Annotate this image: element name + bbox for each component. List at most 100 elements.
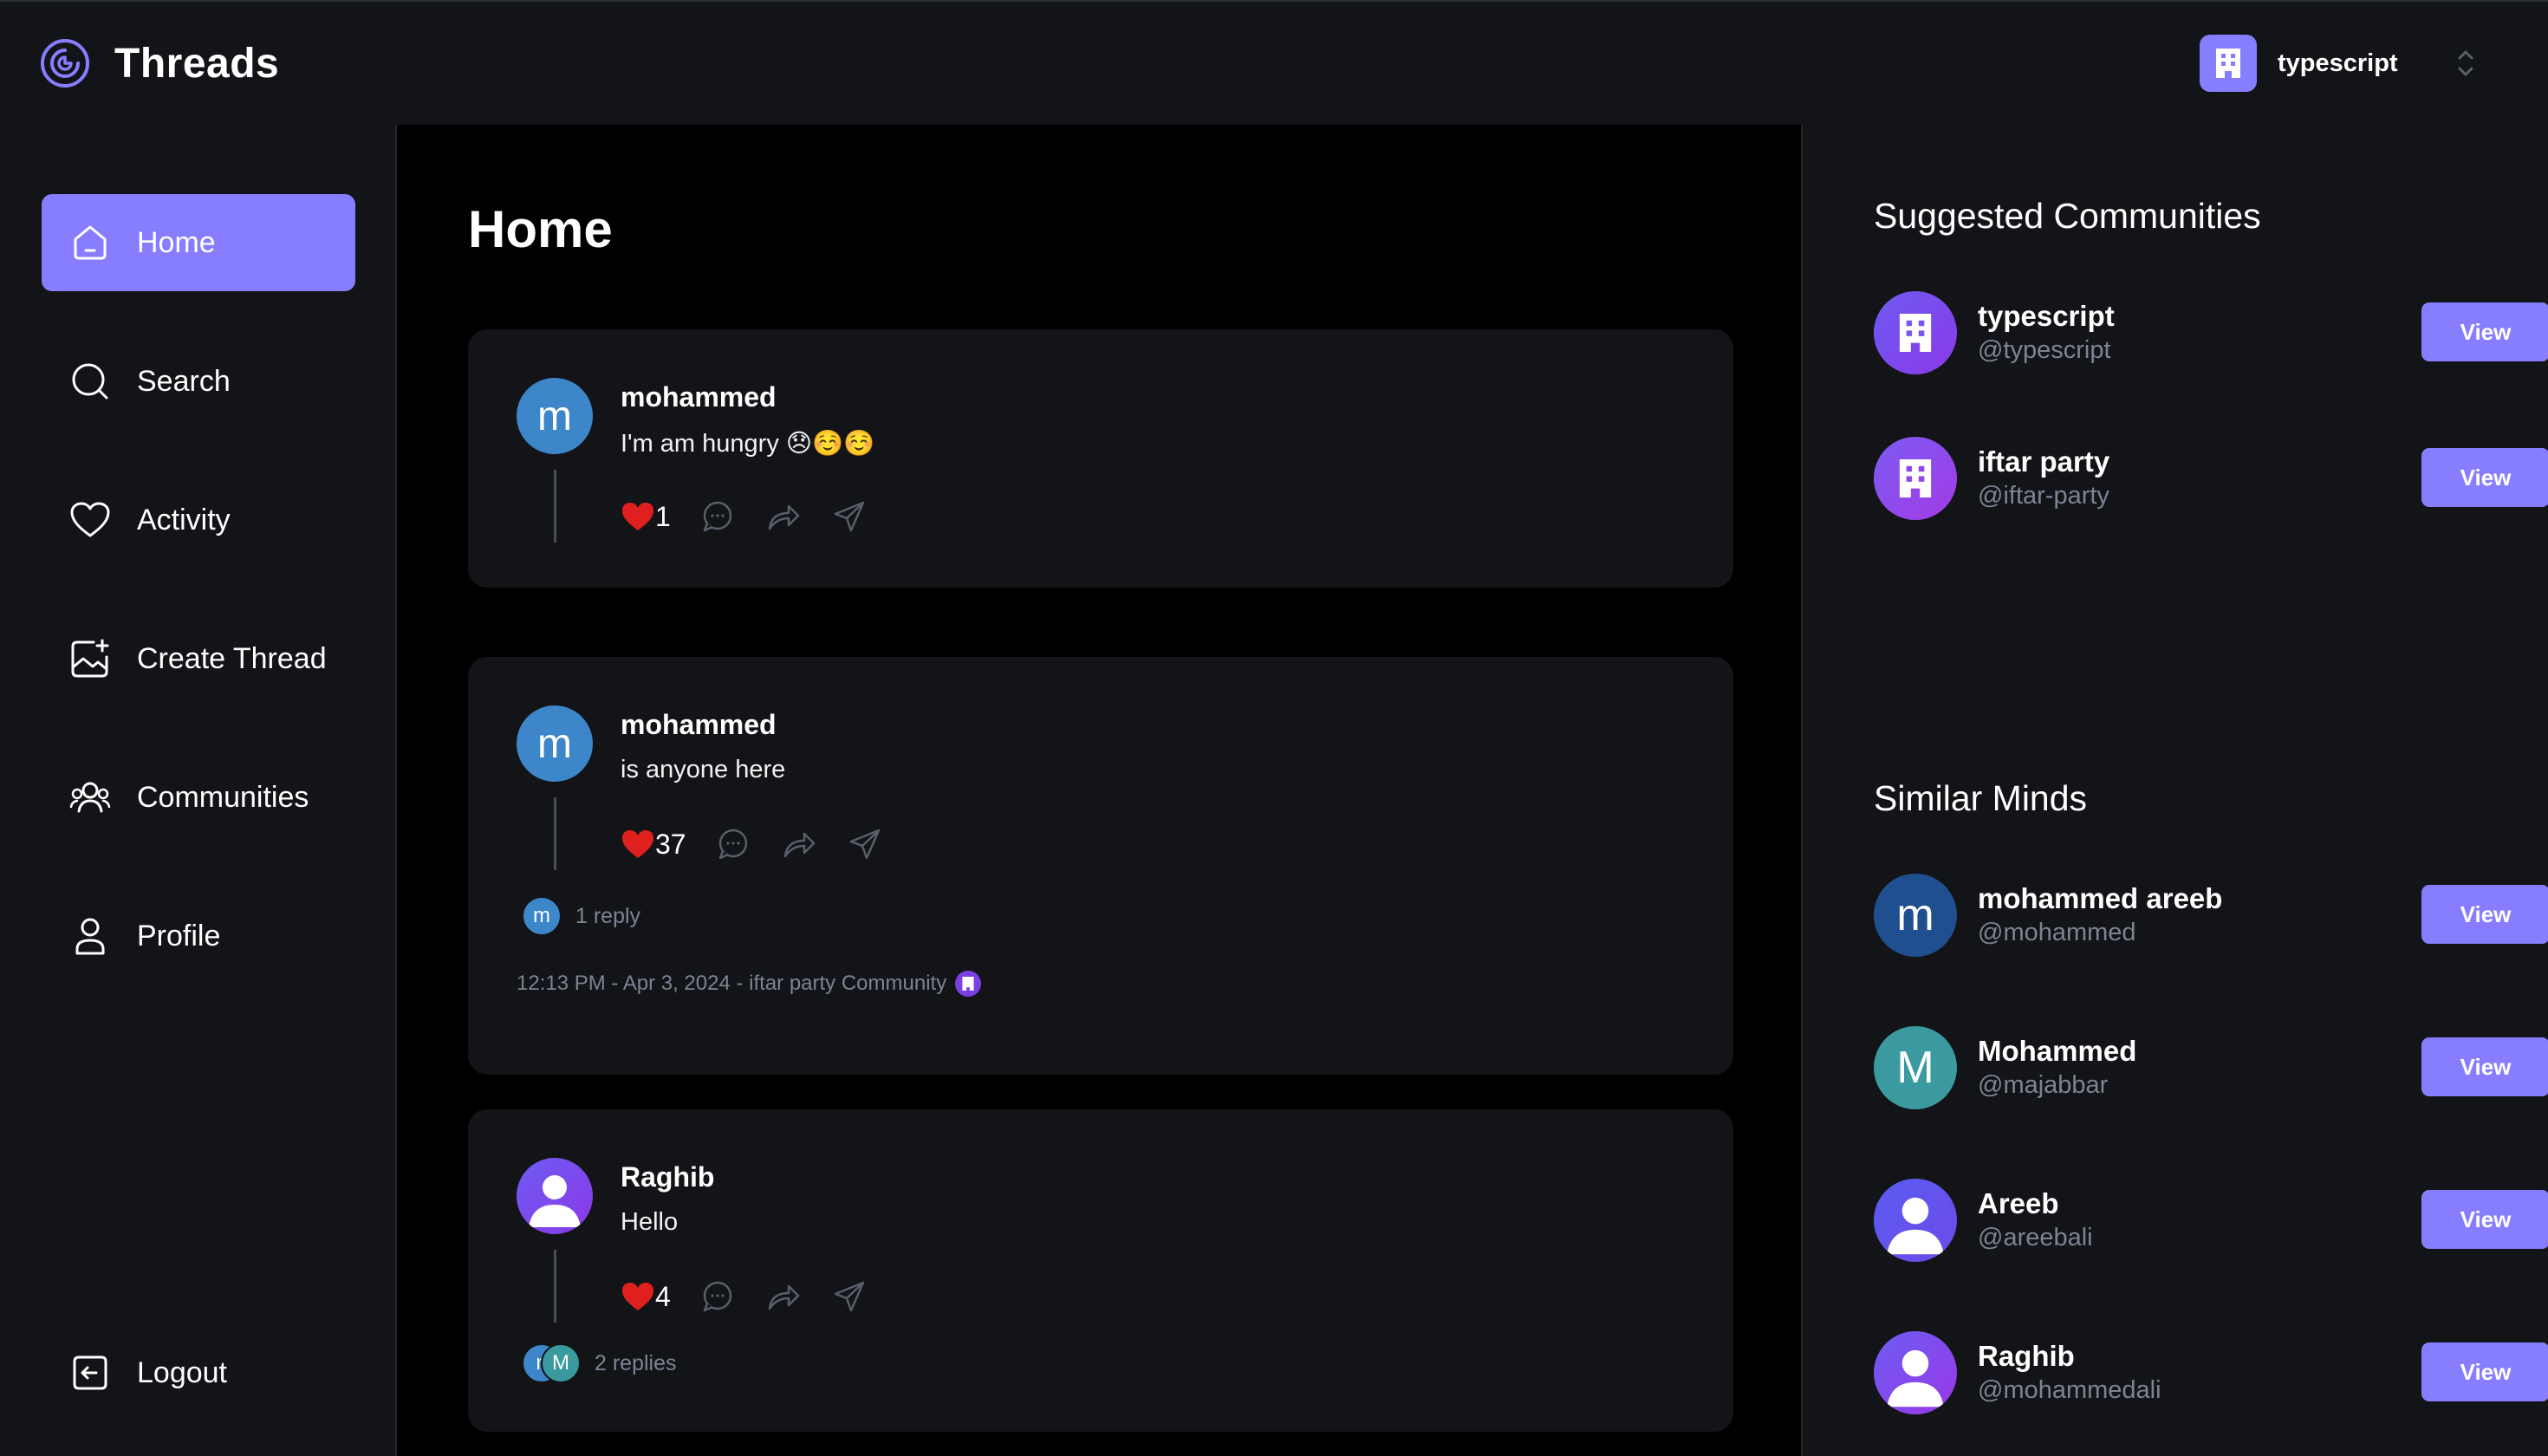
community-badge: [955, 971, 982, 997]
post-author[interactable]: mohammed: [621, 709, 777, 741]
thread-card: m mohammed I'm am hungry 😞☺️☺️ 1: [468, 329, 1733, 588]
nav-label: Profile: [137, 919, 221, 952]
heart-filled-icon[interactable]: [621, 1281, 655, 1312]
comment-icon[interactable]: [716, 827, 751, 861]
nav-label: Search: [137, 364, 231, 398]
user-avatar[interactable]: [1874, 1331, 1957, 1414]
nav-item-create-thread[interactable]: Create Thread: [42, 610, 355, 707]
nav-item-communities[interactable]: Communities: [42, 749, 355, 846]
right-sidebar: Suggested Communities typescript @typesc…: [1801, 125, 2548, 1456]
thread-card: Raghib Hello 4 n M 2 replies: [468, 1109, 1733, 1432]
post-text: Hello: [621, 1208, 679, 1236]
post-author[interactable]: Raghib: [621, 1161, 714, 1193]
logout-icon: [69, 1352, 111, 1394]
home-icon: [69, 222, 111, 263]
user-name: Raghib: [1978, 1340, 2075, 1372]
post-author[interactable]: mohammed: [621, 381, 777, 413]
like-count: 1: [655, 500, 671, 532]
logout-label: Logout: [137, 1355, 227, 1389]
org-switcher[interactable]: typescript: [2200, 35, 2473, 92]
user-name: mohammed areeb: [1978, 882, 2223, 914]
app-title: Threads: [114, 40, 280, 87]
top-bar: Threads typescript: [0, 0, 2548, 125]
view-button[interactable]: View: [2421, 1190, 2548, 1249]
user-row: m mohammed areeb @mohammed View: [1874, 874, 2548, 957]
user-name: Mohammed: [1978, 1035, 2137, 1067]
heart-filled-icon[interactable]: [621, 829, 655, 860]
replies-summary[interactable]: m 1 reply: [522, 896, 640, 936]
avatar[interactable]: m: [517, 378, 593, 454]
comment-icon[interactable]: [700, 1279, 735, 1314]
people-icon: [69, 777, 111, 818]
thread-line: [554, 797, 556, 870]
post-meta[interactable]: 12:13 PM - Apr 3, 2024 - iftar party Com…: [517, 971, 982, 997]
building-icon: [1899, 314, 1932, 352]
heart-icon: [69, 499, 111, 541]
building-icon: [1899, 459, 1932, 497]
repost-icon[interactable]: [782, 827, 816, 861]
chevron-updown-icon[interactable]: [2453, 45, 2479, 81]
view-button[interactable]: View: [2421, 448, 2548, 507]
nav-label: Create Thread: [137, 641, 327, 675]
community-name: typescript: [1978, 300, 2115, 332]
user-silhouette-icon: [529, 1175, 581, 1227]
image-plus-icon: [69, 638, 111, 679]
nav-item-activity[interactable]: Activity: [42, 471, 355, 569]
reply-avatar: M: [541, 1343, 581, 1383]
repost-icon[interactable]: [766, 1279, 801, 1314]
suggested-communities-title: Suggested Communities: [1874, 196, 2261, 236]
user-row: M Mohammed @majabbar View: [1874, 1026, 2548, 1109]
left-sidebar: Home Search Activity Create Thread Commu…: [0, 125, 397, 1456]
reply-count: 2 replies: [595, 1350, 677, 1375]
replies-summary[interactable]: n M 2 replies: [522, 1343, 677, 1383]
search-icon: [69, 361, 111, 402]
user-avatar[interactable]: [1874, 1179, 1957, 1262]
user-row: Areeb @areebali View: [1874, 1179, 2548, 1262]
view-button[interactable]: View: [2421, 302, 2548, 361]
main-feed: Home m mohammed I'm am hungry 😞☺️☺️ 1 m …: [399, 125, 1799, 1456]
user-avatar[interactable]: M: [1874, 1026, 1957, 1109]
user-handle: @areebali: [1978, 1224, 2093, 1251]
post-actions: 37: [621, 825, 882, 863]
user-handle: @mohammed: [1978, 919, 2136, 946]
community-name: iftar party: [1978, 445, 2110, 478]
community-handle: @typescript: [1978, 336, 2111, 364]
logo-icon: [41, 39, 89, 88]
post-timestamp-community: 12:13 PM - Apr 3, 2024 - iftar party Com…: [517, 972, 947, 995]
community-avatar[interactable]: [1874, 291, 1957, 374]
nav-item-search[interactable]: Search: [42, 333, 355, 430]
nav-item-profile[interactable]: Profile: [42, 887, 355, 985]
view-button[interactable]: View: [2421, 885, 2548, 944]
community-avatar[interactable]: [1874, 437, 1957, 520]
user-row: Raghib @mohammedali View: [1874, 1331, 2548, 1414]
like-count: 37: [655, 828, 686, 860]
user-handle: @majabbar: [1978, 1071, 2109, 1099]
thread-line: [554, 1250, 556, 1323]
building-icon: [962, 977, 974, 991]
nav-item-home[interactable]: Home: [42, 194, 355, 291]
share-icon[interactable]: [832, 499, 867, 534]
similar-minds-title: Similar Minds: [1874, 778, 2088, 818]
share-icon[interactable]: [832, 1279, 867, 1314]
reply-count: 1 reply: [575, 903, 641, 928]
like-count: 4: [655, 1280, 671, 1312]
heart-filled-icon[interactable]: [621, 501, 655, 532]
thread-line: [554, 470, 556, 543]
avatar[interactable]: m: [517, 705, 593, 782]
nav-label: Communities: [137, 780, 309, 814]
view-button[interactable]: View: [2421, 1037, 2548, 1096]
user-avatar[interactable]: m: [1874, 874, 1957, 957]
brand[interactable]: Threads: [40, 38, 279, 88]
comment-icon[interactable]: [700, 499, 735, 534]
share-icon[interactable]: [848, 827, 882, 861]
community-handle: @iftar-party: [1978, 482, 2109, 510]
user-name: Areeb: [1978, 1187, 2059, 1219]
nav-label: Activity: [137, 503, 231, 536]
post-text: is anyone here: [621, 756, 786, 783]
logout-button[interactable]: Logout: [42, 1324, 355, 1421]
avatar[interactable]: [517, 1158, 593, 1234]
repost-icon[interactable]: [766, 499, 801, 534]
view-button[interactable]: View: [2421, 1342, 2548, 1401]
thread-card: m mohammed is anyone here 37 m 1 reply 1…: [468, 657, 1733, 1075]
nav-label: Home: [137, 225, 216, 259]
